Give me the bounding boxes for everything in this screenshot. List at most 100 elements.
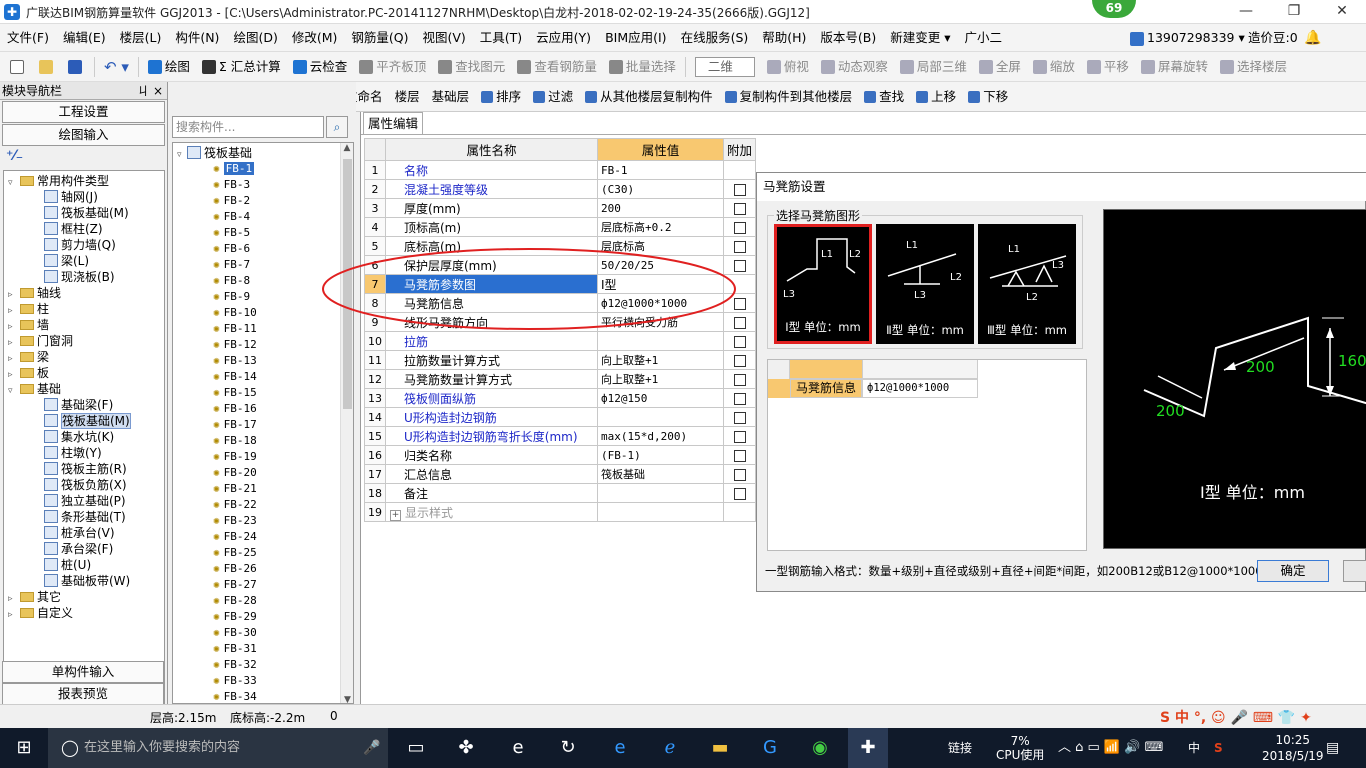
- extra-checkbox[interactable]: [733, 449, 746, 462]
- view-toolbar-button-4[interactable]: 缩放: [1027, 53, 1081, 81]
- component-toolbar-button-11[interactable]: 上移: [910, 83, 962, 111]
- component-list-item[interactable]: ✺ FB-31: [213, 641, 257, 657]
- property-row[interactable]: 16 归类名称 (FB-1): [364, 445, 756, 465]
- menu-item-5[interactable]: 修改(M): [285, 24, 345, 52]
- component-list-item[interactable]: ✺ FB-9: [213, 289, 250, 305]
- extra-checkbox[interactable]: [733, 373, 746, 386]
- nav-tree-item[interactable]: 剪力墙(Q): [44, 237, 116, 253]
- property-row[interactable]: 13 筏板侧面纵筋 ф12@150: [364, 388, 756, 408]
- expand-icon[interactable]: ▿: [8, 175, 18, 191]
- nav-tree-item[interactable]: 条形基础(T): [44, 509, 126, 525]
- menu-item-10[interactable]: BIM应用(I): [598, 24, 674, 52]
- nav-tree-item[interactable]: 现浇板(B): [44, 269, 115, 285]
- bell-icon[interactable]: 🔔: [1304, 24, 1321, 52]
- single-component-input-button[interactable]: 单构件输入: [2, 661, 164, 683]
- nav-tree-item[interactable]: 桩承台(V): [44, 525, 115, 541]
- property-row[interactable]: 3 厚度(mm) 200: [364, 198, 756, 218]
- nav-tree-item[interactable]: ▹ 自定义: [8, 605, 73, 621]
- menu-item-4[interactable]: 绘图(D): [226, 24, 284, 52]
- component-list-item[interactable]: ✺ FB-25: [213, 545, 257, 561]
- clock[interactable]: 10:25 2018/5/19: [1262, 732, 1324, 768]
- menu-item-3[interactable]: 构件(N): [168, 24, 226, 52]
- menu-item-8[interactable]: 工具(T): [473, 24, 529, 52]
- report-preview-button[interactable]: 报表预览: [2, 683, 164, 705]
- component-toolbar-button-12[interactable]: 下移: [962, 83, 1014, 111]
- ok-button[interactable]: 确定: [1257, 560, 1329, 582]
- shape-type-3[interactable]: L1 L2 L3 Ⅲ型 单位：mm: [978, 224, 1076, 344]
- green-app-icon[interactable]: ◉: [806, 734, 834, 762]
- menu-item-9[interactable]: 云应用(Y): [529, 24, 598, 52]
- component-list-item[interactable]: ✺ FB-15: [213, 385, 257, 401]
- component-toolbar-button-4[interactable]: 楼层: [389, 83, 426, 111]
- property-row[interactable]: 17 汇总信息 筏板基础: [364, 464, 756, 484]
- search-icon[interactable]: ⌕: [326, 116, 348, 138]
- notification-icon[interactable]: ▤: [1326, 728, 1339, 768]
- nav-tree-item[interactable]: 独立基础(P): [44, 493, 126, 509]
- task-view-icon[interactable]: ▭: [402, 734, 430, 762]
- extra-checkbox[interactable]: [733, 430, 746, 443]
- component-toolbar-button-10[interactable]: 查找: [858, 83, 910, 111]
- folder-icon[interactable]: ▬: [706, 734, 734, 762]
- property-row[interactable]: 4 顶标高(m) 层底标高+0.2: [364, 217, 756, 237]
- extra-checkbox[interactable]: [733, 392, 746, 405]
- component-list-item[interactable]: ✺ FB-16: [213, 401, 257, 417]
- engineering-settings-button[interactable]: 工程设置: [2, 101, 165, 123]
- extra-checkbox[interactable]: [733, 202, 746, 215]
- property-value[interactable]: ф12@150: [597, 388, 724, 408]
- nav-tree-item[interactable]: ▹ 其它: [8, 589, 61, 605]
- nav-tree-item[interactable]: 基础板带(W): [44, 573, 130, 589]
- fan-app-icon[interactable]: ✤: [452, 734, 480, 762]
- nav-tree-item[interactable]: 集水坑(K): [44, 429, 114, 445]
- component-list-item[interactable]: ✺ FB-28: [213, 593, 257, 609]
- toolbar-button-5[interactable]: 查看钢筋量: [511, 53, 603, 81]
- expand-collapse-icon[interactable]: ⁺⁄₋: [6, 148, 23, 164]
- extra-checkbox[interactable]: [733, 183, 746, 196]
- toolbar-button-4[interactable]: 查找图元: [432, 53, 511, 81]
- component-list-item[interactable]: ✺ FB-27: [213, 577, 257, 593]
- property-value[interactable]: 层底标高+0.2: [597, 217, 724, 237]
- nav-tree-item[interactable]: ▹ 墙: [8, 317, 49, 333]
- edge-icon[interactable]: e: [606, 734, 634, 762]
- component-list-item[interactable]: ✺ FB-23: [213, 513, 257, 529]
- close-button[interactable]: ✕: [1322, 2, 1362, 22]
- menu-item-14[interactable]: 新建变更 ▾: [883, 24, 957, 52]
- menu-item-11[interactable]: 在线服务(S): [674, 24, 756, 52]
- component-list-item[interactable]: ✺ FB-32: [213, 657, 257, 673]
- minimize-button[interactable]: —: [1226, 2, 1266, 22]
- shape-type-1[interactable]: L1 L2 L3 Ⅰ型 单位：mm: [774, 224, 872, 344]
- component-list-item[interactable]: ✺ FB-30: [213, 625, 257, 641]
- menu-item-12[interactable]: 帮助(H): [755, 24, 813, 52]
- component-list-item[interactable]: ✺ FB-8: [213, 273, 250, 289]
- link-label[interactable]: 链接: [948, 728, 972, 768]
- extra-checkbox[interactable]: [733, 487, 746, 500]
- component-list-item[interactable]: ✺ FB-20: [213, 465, 257, 481]
- property-row[interactable]: 10 拉筋: [364, 331, 756, 351]
- restore-button[interactable]: ❐: [1274, 2, 1314, 22]
- ie-blue-icon[interactable]: ℯ: [656, 734, 684, 762]
- extra-checkbox[interactable]: [733, 335, 746, 348]
- property-value[interactable]: (FB-1): [597, 445, 724, 465]
- nav-tree-item[interactable]: 筏板基础(M): [44, 413, 131, 429]
- toolbar-button-1[interactable]: Σ 汇总计算: [196, 53, 287, 81]
- open-file-icon[interactable]: [33, 53, 62, 81]
- nav-tree-item[interactable]: 筏板主筋(R): [44, 461, 127, 477]
- view-toolbar-button-0[interactable]: 俯视: [761, 53, 815, 81]
- nav-tree-item[interactable]: 梁(L): [44, 253, 89, 269]
- component-list-item[interactable]: ✺ FB-19: [213, 449, 257, 465]
- nav-tree-item[interactable]: ▹ 板: [8, 365, 49, 381]
- property-value[interactable]: 200: [597, 198, 724, 218]
- property-value[interactable]: FB-1: [597, 160, 724, 180]
- glodon-app-icon[interactable]: ✚: [848, 728, 888, 768]
- expand-icon[interactable]: ▿: [8, 383, 18, 399]
- component-list-item[interactable]: ✺ FB-33: [213, 673, 257, 689]
- property-row[interactable]: 11 拉筋数量计算方式 向上取整+1: [364, 350, 756, 370]
- nav-tree-item[interactable]: 轴网(J): [44, 189, 98, 205]
- property-value[interactable]: [597, 502, 724, 522]
- menu-item-7[interactable]: 视图(V): [415, 24, 472, 52]
- property-row[interactable]: 1 名称 FB-1: [364, 160, 756, 180]
- component-list-item[interactable]: ✺ FB-17: [213, 417, 257, 433]
- nav-tree-item[interactable]: 桩(U): [44, 557, 91, 573]
- windows-start-icon[interactable]: ⊞: [10, 734, 38, 762]
- new-file-icon[interactable]: [4, 53, 33, 81]
- component-list-item[interactable]: ✺ FB-10: [213, 305, 257, 321]
